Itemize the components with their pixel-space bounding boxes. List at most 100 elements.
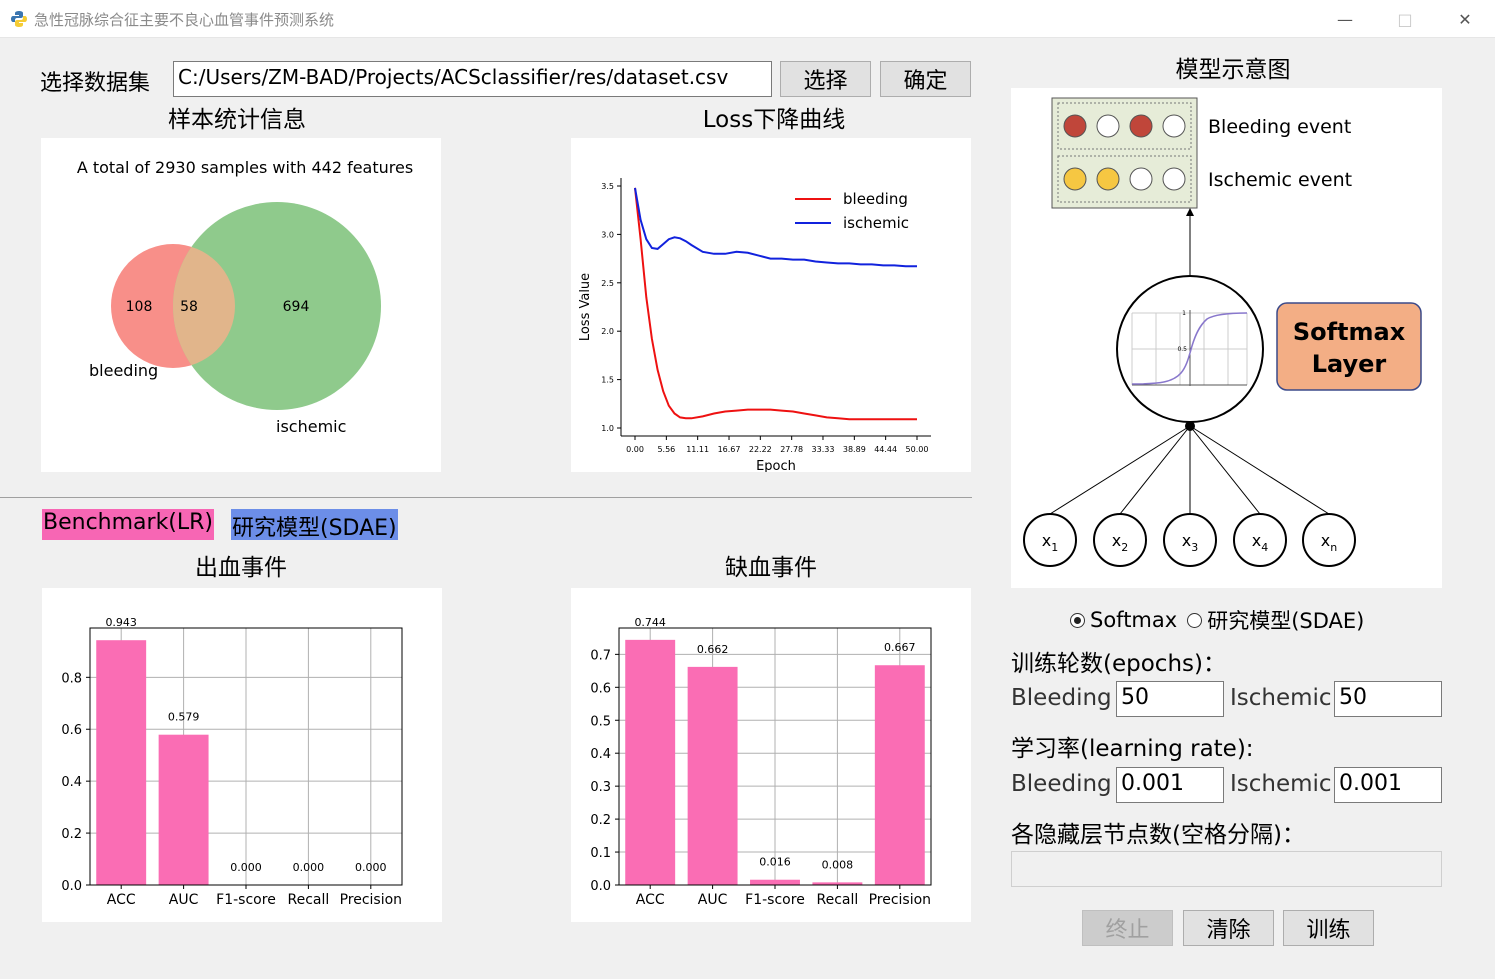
x-tick-label: AUC: [169, 892, 199, 908]
output-label-ischemic: Ischemic event: [1208, 169, 1352, 191]
input-node-2: x2: [1093, 513, 1147, 567]
lr-bleeding-input[interactable]: 0.001: [1116, 767, 1224, 803]
bar-value-label: 0.000: [293, 861, 325, 874]
connection-line: [1049, 425, 1191, 515]
legend-label-bleeding: bleeding: [843, 190, 908, 208]
venn-summary: A total of 2930 samples with 442 feature…: [77, 158, 413, 177]
loss-chart-panel: 0.00 5.56 11.11 16.67 22.22 27.78 33.33 38.89 44…: [571, 138, 971, 474]
bar-f1-score: [750, 879, 800, 885]
confirm-button[interactable]: 确定: [880, 61, 971, 97]
y-tick-label: 3.0: [601, 230, 614, 239]
radio-unchecked-icon[interactable]: [1187, 612, 1203, 628]
bleed-title: 出血事件: [195, 555, 287, 581]
y-tick-label: 0.6: [61, 723, 82, 738]
radio-softmax-label: Softmax: [1090, 608, 1178, 632]
select-file-button[interactable]: 选择: [780, 61, 871, 97]
output-node: [1162, 114, 1186, 138]
benchmark-legend-tag: Benchmark(LR): [42, 509, 215, 540]
y-tick-label: 0.8: [61, 671, 82, 686]
output-node: [1096, 167, 1120, 191]
x-tick-label: 33.33: [812, 445, 835, 454]
stats-title: 样本统计信息: [168, 107, 306, 133]
output-node: [1129, 114, 1153, 138]
model-type-radio-group: Softmax 研究模型(SDAE): [1070, 605, 1374, 635]
y-tick-label: 0.6: [590, 681, 611, 696]
y-tick-label: 0.2: [61, 827, 82, 842]
bar-value-label: 0.667: [884, 641, 916, 654]
minimize-icon[interactable]: —: [1322, 0, 1368, 38]
y-axis-label: Loss Value: [578, 273, 593, 341]
loss-title: Loss下降曲线: [702, 107, 846, 133]
y-tick-label: 1.5: [601, 376, 614, 385]
venn-right-count: 694: [283, 299, 310, 315]
python-logo-icon: [11, 11, 27, 27]
connection-line: [1189, 425, 1330, 515]
x-tick-label: ACC: [636, 892, 665, 908]
train-button[interactable]: 训练: [1283, 910, 1374, 946]
venn-diagram: A total of 2930 samples with 442 feature…: [77, 158, 413, 436]
softmax-layer-label-1: Softmax: [1293, 318, 1406, 346]
y-tick-label: 0.1: [590, 846, 611, 861]
bar-precision: [874, 665, 925, 885]
x-tick-label: Recall: [288, 892, 330, 908]
loss-chart: 0.00 5.56 11.11 16.67 22.22 27.78 33.33 38.89 44…: [578, 178, 931, 474]
x-tick-label: 0.00: [626, 445, 644, 454]
lr-bleeding-label: Bleeding: [1011, 771, 1112, 797]
bar-value-label: 0.000: [230, 861, 262, 874]
legend-label-ischemic: ischemic: [843, 214, 909, 232]
radio-sdae[interactable]: 研究模型(SDAE): [1187, 605, 1364, 635]
y-tick-label: 0.5: [590, 714, 611, 729]
venn-left-label: bleeding: [89, 361, 158, 380]
lr-label: 学习率(learning rate):: [1011, 736, 1254, 762]
model-title: 模型示意图: [1175, 57, 1291, 83]
epochs-ischemic-label: Ischemic: [1230, 685, 1332, 711]
output-label-bleeding: Bleeding event: [1208, 116, 1351, 138]
x-tick-label: Recall: [817, 892, 859, 908]
isch-title: 缺血事件: [725, 555, 817, 581]
lr-ischemic-input[interactable]: 0.001: [1334, 767, 1442, 803]
venn-right-label: ischemic: [276, 417, 346, 436]
connection-line: [1119, 425, 1191, 515]
ischemic-chart-panel: 0.0 0.1 0.2 0.3 0.4 0.5 0.6 0.7 0.744 ACC 0.662 AUC…: [571, 588, 971, 922]
epochs-bleeding-input[interactable]: 50: [1116, 681, 1224, 717]
input-node-n: xn: [1302, 513, 1356, 567]
lr-ischemic-label: Ischemic: [1230, 771, 1332, 797]
arrow-head-icon: [1186, 208, 1194, 216]
venn-overlap-count: 58: [180, 299, 198, 315]
section-divider: [0, 497, 972, 498]
x-tick-label: 50.00: [906, 445, 929, 454]
y-tick-label: 0.4: [61, 775, 82, 790]
model-diagram: Bleeding event Ischemic event 1 0.5 Soft…: [1023, 97, 1422, 567]
bleeding-chart-panel: 0.0 0.2 0.4 0.6 0.8 0.943 ACC 0.579 AUC 0.000 F1-s…: [42, 588, 442, 922]
x-tick-label: 11.11: [686, 445, 709, 454]
hidden-layers-input[interactable]: [1011, 851, 1442, 887]
sigmoid-tick-1: 1: [1182, 310, 1186, 317]
radio-checked-icon[interactable]: [1070, 612, 1085, 628]
bar-acc: [625, 639, 676, 885]
output-node: [1129, 167, 1153, 191]
output-node: [1096, 114, 1120, 138]
epochs-label: 训练轮数(epochs)：: [1011, 651, 1226, 677]
dataset-path-input[interactable]: C:/Users/ZM-BAD/Projects/ACSclassifier/r…: [173, 61, 772, 97]
x-tick-label: 27.78: [780, 445, 803, 454]
stop-button[interactable]: 终止: [1082, 910, 1173, 946]
bar-value-label: 0.943: [105, 616, 137, 629]
epochs-bleeding-label: Bleeding: [1011, 685, 1112, 711]
radio-softmax[interactable]: Softmax: [1070, 608, 1177, 632]
x-axis-label: Epoch: [756, 459, 796, 472]
x-tick-label: 22.22: [749, 445, 772, 454]
x-tick-label: AUC: [698, 892, 728, 908]
x-tick-label: 44.44: [874, 445, 897, 454]
input-node-3: x3: [1163, 513, 1217, 567]
maximize-icon[interactable]: □: [1382, 0, 1428, 38]
y-tick-label: 0.2: [590, 813, 611, 828]
close-icon[interactable]: ✕: [1442, 0, 1488, 38]
y-tick-label: 0.0: [61, 879, 82, 894]
y-tick-label: 2.5: [601, 279, 614, 288]
y-tick-label: 0.7: [590, 648, 611, 663]
dataset-label: 选择数据集: [40, 71, 151, 96]
bar-value-label: 0.579: [168, 711, 200, 724]
output-box: [1051, 97, 1198, 209]
epochs-ischemic-input[interactable]: 50: [1334, 681, 1442, 717]
clear-button[interactable]: 清除: [1183, 910, 1274, 946]
